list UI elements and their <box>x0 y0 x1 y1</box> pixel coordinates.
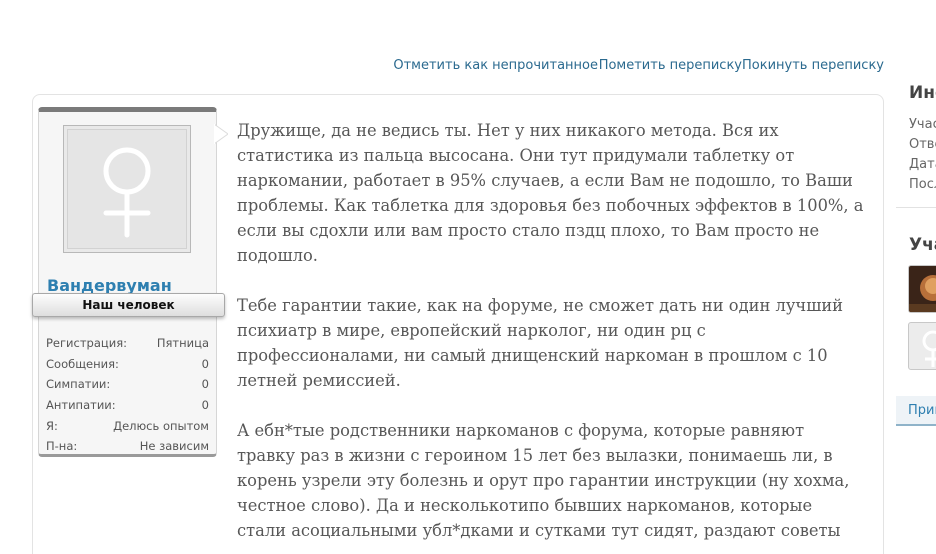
message-paragraph: Дружище, да не ведись ты. Нет у них ника… <box>237 121 864 265</box>
info-label: Дата <box>909 157 936 172</box>
stat-row: П-на: Не зависим <box>46 436 209 457</box>
participant-avatar[interactable] <box>908 322 936 370</box>
info-label: Посл <box>909 177 936 192</box>
sidebar-divider <box>896 207 936 208</box>
message-paragraph: Тебе гарантии такие, как на форуме, не с… <box>237 296 844 390</box>
mark-conversation-link[interactable]: Пометить переписку <box>599 58 742 73</box>
stat-label: Я: <box>46 418 58 433</box>
leave-conversation-link[interactable]: Покинуть переписку <box>742 58 884 73</box>
stat-label: Сообщения: <box>46 356 119 371</box>
user-rank-ribbon: Наш человек <box>32 293 225 317</box>
stat-value: 0 <box>201 398 209 413</box>
info-title: Инс <box>909 83 936 103</box>
message-body: Дружище, да не ведись ты. Нет у них ника… <box>237 118 865 554</box>
avatar[interactable] <box>63 125 191 253</box>
stat-label: Регистрация: <box>46 336 127 351</box>
conversation-actions: Отметить как непрочитанное Пометить пере… <box>0 58 884 76</box>
stat-label: П-на: <box>46 439 78 454</box>
stat-value: Делюсь опытом <box>113 418 209 433</box>
stat-value: 0 <box>201 377 209 392</box>
user-stats: Регистрация: Пятница Сообщения: 0 Симпатии… <box>46 333 209 457</box>
info-label: Учас <box>909 117 936 132</box>
stat-row: Симпатии: 0 <box>46 374 209 395</box>
stat-row: Я: Делюсь опытом <box>46 415 209 436</box>
message-paragraph: А ебн*тые родственники наркоманов с фору… <box>237 421 850 540</box>
female-avatar-icon <box>922 330 936 367</box>
participant-avatar[interactable] <box>908 265 936 313</box>
invite-button[interactable]: Приг <box>896 396 936 426</box>
stat-value: Не зависим <box>139 439 209 454</box>
participants-title: Уча <box>909 235 936 255</box>
speech-arrow-icon <box>214 124 228 144</box>
mark-unread-link[interactable]: Отметить как непрочитанное <box>393 58 598 73</box>
female-avatar-icon <box>67 129 187 249</box>
stat-label: Симпатии: <box>46 377 111 392</box>
info-label: Отве <box>909 137 936 152</box>
stat-value: 0 <box>201 356 209 371</box>
stat-row: Сообщения: 0 <box>46 354 209 375</box>
stat-row: Регистрация: Пятница <box>46 333 209 354</box>
stat-row: Антипатии: 0 <box>46 395 209 416</box>
right-sidebar: Инс Учас Отве Дата Посл Уча Приг <box>896 0 936 554</box>
user-info-panel: Вандервуман Наш человек Регистрация: Пятн… <box>32 107 225 457</box>
stat-label: Антипатии: <box>46 398 116 413</box>
stat-value: Пятница <box>156 336 209 351</box>
